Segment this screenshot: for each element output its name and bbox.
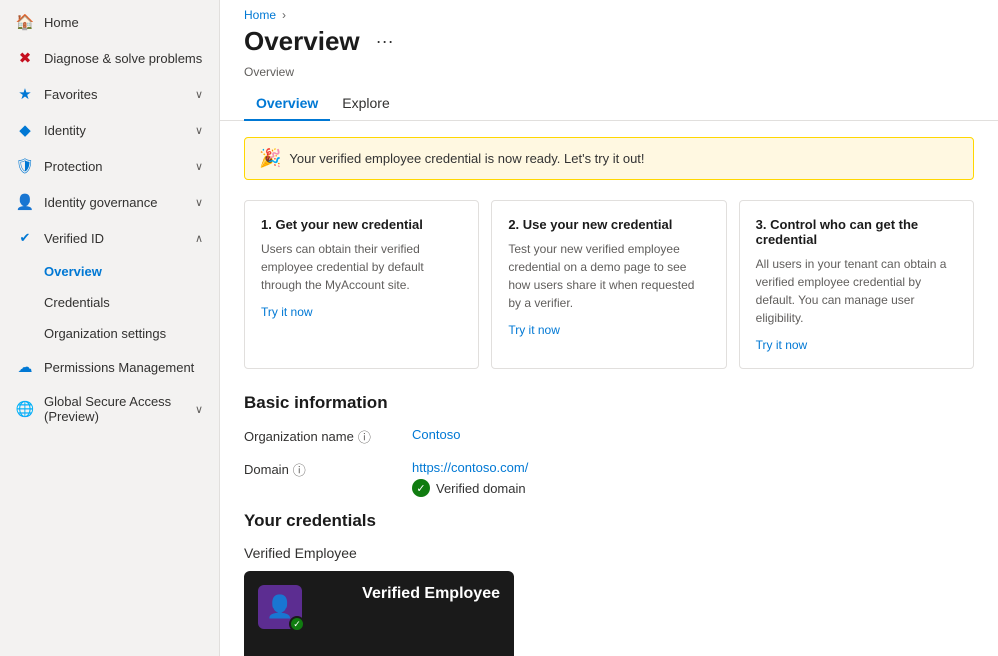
chevron-down-icon: ∨ — [195, 124, 203, 137]
protection-icon: 🛡 — [16, 157, 34, 175]
breadcrumb-home[interactable]: Home — [244, 8, 276, 22]
ready-banner: 🎉 Your verified employee credential is n… — [244, 137, 974, 180]
content-area: 🎉 Your verified employee credential is n… — [220, 121, 998, 656]
credential-verified-badge: ✓ — [289, 616, 305, 632]
home-icon: 🏠 — [16, 13, 34, 31]
info-icon[interactable]: ⓘ — [293, 460, 306, 479]
sub-item-label: Credentials — [44, 295, 110, 310]
org-name-label: Organization name — [244, 429, 354, 444]
page-subtitle: Overview — [220, 65, 998, 87]
verified-text: Verified domain — [436, 481, 526, 496]
card-try-link[interactable]: Try it now — [756, 338, 808, 352]
sidebar-item-governance[interactable]: 👤 Identity governance ∨ — [0, 184, 219, 220]
more-options-button[interactable]: ··· — [370, 29, 400, 54]
tab-overview[interactable]: Overview — [244, 87, 330, 121]
sidebar-sub-item-overview[interactable]: Overview — [0, 256, 219, 287]
chevron-down-icon: ∨ — [195, 196, 203, 209]
basic-info-section: Basic information Organization name ⓘ Co… — [244, 393, 974, 497]
getting-started-cards: 1. Get your new credential Users can obt… — [244, 200, 974, 369]
sidebar-item-label: Protection — [44, 159, 185, 174]
breadcrumb-separator: › — [282, 8, 286, 22]
sub-item-label: Organization settings — [44, 326, 166, 341]
sidebar-item-global[interactable]: 🌐 Global Secure Access (Preview) ∨ — [0, 385, 219, 433]
sidebar-item-label: Favorites — [44, 87, 185, 102]
verified-row: ✓ Verified domain — [412, 479, 974, 497]
domain-label: Domain — [244, 462, 289, 477]
sidebar-item-diagnose[interactable]: ✖ Diagnose & solve problems — [0, 40, 219, 76]
tab-explore[interactable]: Explore — [330, 87, 401, 121]
credential-card: 👤 ✓ Verified Employee Contoso — [244, 571, 514, 656]
verified-id-icon: ✔ — [16, 229, 34, 247]
global-icon: 🌐 — [16, 400, 34, 418]
sidebar-section-main: 🏠 Home ✖ Diagnose & solve problems ★ Fav… — [0, 4, 219, 433]
banner-text: Your verified employee credential is now… — [289, 151, 644, 166]
credential-check-icon: ✓ — [293, 619, 301, 630]
chevron-down-icon: ∨ — [195, 88, 203, 101]
identity-icon: ◆ — [16, 121, 34, 139]
diagnose-icon: ✖ — [16, 49, 34, 67]
credentials-subtitle: Verified Employee — [244, 545, 974, 561]
card-description: Test your new verified employee credenti… — [508, 240, 709, 312]
card-try-link[interactable]: Try it now — [508, 323, 560, 337]
credentials-section: Your credentials Verified Employee 👤 ✓ V… — [244, 511, 974, 656]
credentials-section-title: Your credentials — [244, 511, 974, 531]
card-title: 1. Get your new credential — [261, 217, 462, 232]
chevron-down-icon: ∨ — [195, 160, 203, 173]
org-name-value[interactable]: Contoso — [412, 427, 460, 442]
card-get-credential: 1. Get your new credential Users can obt… — [244, 200, 479, 369]
sidebar-item-label: Global Secure Access (Preview) — [44, 394, 185, 424]
sidebar-item-label: Diagnose & solve problems — [44, 51, 203, 66]
sidebar-item-favorites[interactable]: ★ Favorites ∨ — [0, 76, 219, 112]
sidebar: 🏠 Home ✖ Diagnose & solve problems ★ Fav… — [0, 0, 220, 656]
sidebar-item-label: Home — [44, 15, 203, 30]
sidebar-item-identity[interactable]: ◆ Identity ∨ — [0, 112, 219, 148]
page-title: Overview — [244, 26, 360, 57]
banner-icon: 🎉 — [259, 148, 281, 169]
permissions-icon: ☁ — [16, 358, 34, 376]
sidebar-item-label: Identity — [44, 123, 185, 138]
page-header: Overview ··· — [220, 22, 998, 65]
main-content: Home › Overview ··· Overview Overview Ex… — [220, 0, 998, 656]
tabs-bar: Overview Explore — [220, 87, 998, 121]
basic-info-title: Basic information — [244, 393, 974, 413]
org-name-row: Organization name ⓘ Contoso — [244, 427, 974, 446]
card-description: Users can obtain their verified employee… — [261, 240, 462, 294]
sidebar-sub-item-org-settings[interactable]: Organization settings — [0, 318, 219, 349]
chevron-down-icon: ∨ — [195, 403, 203, 416]
credential-person-icon: 👤 — [266, 594, 293, 620]
card-use-credential: 2. Use your new credential Test your new… — [491, 200, 726, 369]
card-control-credential: 3. Control who can get the credential Al… — [739, 200, 974, 369]
credential-logo: 👤 ✓ — [258, 585, 302, 629]
card-try-link[interactable]: Try it now — [261, 305, 313, 319]
governance-icon: 👤 — [16, 193, 34, 211]
sidebar-item-verified-id[interactable]: ✔ Verified ID ∧ — [0, 220, 219, 256]
favorites-icon: ★ — [16, 85, 34, 103]
card-description: All users in your tenant can obtain a ve… — [756, 255, 957, 327]
sidebar-item-home[interactable]: 🏠 Home — [0, 4, 219, 40]
card-title: 3. Control who can get the credential — [756, 217, 957, 247]
sidebar-item-permissions[interactable]: ☁ Permissions Management — [0, 349, 219, 385]
domain-row: Domain ⓘ https://contoso.com/ ✓ Verified… — [244, 460, 974, 497]
sub-item-label: Overview — [44, 264, 102, 279]
verified-badge: ✓ — [412, 479, 430, 497]
sidebar-item-label: Verified ID — [44, 231, 185, 246]
domain-url[interactable]: https://contoso.com/ — [412, 460, 528, 475]
credential-card-title: Verified Employee — [362, 585, 500, 603]
chevron-up-icon: ∧ — [195, 232, 203, 245]
info-icon[interactable]: ⓘ — [358, 427, 371, 446]
breadcrumb: Home › — [220, 0, 998, 22]
sidebar-sub-item-credentials[interactable]: Credentials — [0, 287, 219, 318]
sidebar-item-label: Permissions Management — [44, 360, 203, 375]
sidebar-item-protection[interactable]: 🛡 Protection ∨ — [0, 148, 219, 184]
card-title: 2. Use your new credential — [508, 217, 709, 232]
sidebar-item-label: Identity governance — [44, 195, 185, 210]
